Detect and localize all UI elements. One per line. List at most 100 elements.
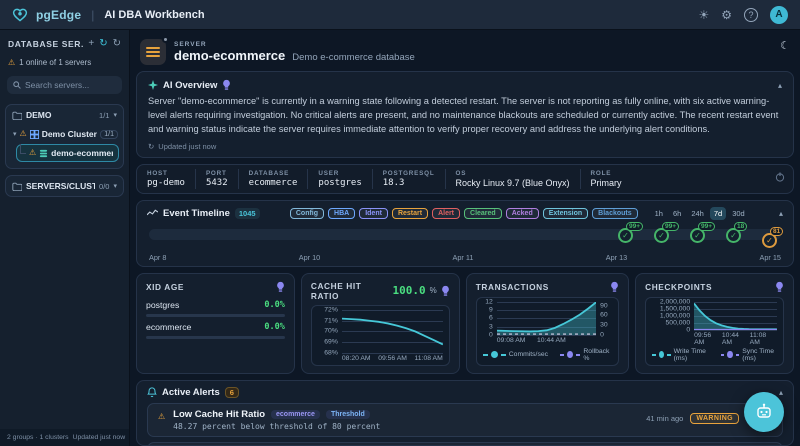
robot-icon (754, 403, 774, 421)
severity-badge: WARNING (690, 413, 739, 424)
xid-progress-bar (146, 314, 285, 317)
tag-restart[interactable]: Restart (392, 208, 428, 219)
cluster-label: Demo Cluster (42, 129, 98, 139)
cache-unit: % (430, 286, 437, 295)
tag-cleared[interactable]: Cleared (464, 208, 502, 219)
server-icon (140, 39, 166, 65)
lightbulb-icon[interactable] (775, 281, 784, 293)
event-cluster-badge[interactable]: ✓ 18 (726, 228, 741, 248)
search-input[interactable] (25, 80, 111, 90)
chevron-down-icon[interactable]: ▾ (113, 182, 117, 190)
tag-config[interactable]: Config (290, 208, 324, 219)
event-cluster-badge[interactable]: ✓ 81 (762, 233, 777, 248)
database-icon (39, 149, 48, 158)
group-demo-label: DEMO (26, 110, 95, 120)
alert-type-tag: Threshold (326, 410, 370, 419)
alert-time: 41 min ago (646, 414, 683, 423)
cluster-expand-icon[interactable]: ▾ (13, 130, 17, 138)
help-icon[interactable]: ? (744, 8, 758, 22)
refresh-icon[interactable]: ↻ (113, 39, 121, 49)
transactions-x-axis: 09:08 AM 10:44 AM (497, 337, 596, 346)
bell-icon (147, 387, 157, 398)
sync-icon[interactable]: ↻ (99, 39, 107, 49)
xid-age-card: XID AGE postgres 0.0% ecommerce 0.0% (136, 273, 295, 374)
alerts-title: Active Alerts (162, 387, 220, 398)
sparkle-icon (148, 80, 158, 90)
info-port: PORT 5432 (196, 169, 239, 189)
refresh-icon[interactable]: ↻ (148, 142, 154, 151)
server-search[interactable] (7, 76, 122, 94)
alert-row-low-cache-hit[interactable]: ⚠ Low Cache Hit Ratio ecommerce Threshol… (147, 403, 783, 437)
tag-acked[interactable]: Acked (506, 208, 539, 219)
cluster-icon (30, 130, 39, 139)
range-30d[interactable]: 30d (728, 207, 749, 220)
lightbulb-icon[interactable] (610, 281, 619, 293)
checkpoints-title: CHECKPOINTS (645, 282, 712, 292)
brand-name[interactable]: pgEdge (36, 8, 81, 22)
cache-hit-chart: 72% 71% 70% 69% 68% (342, 310, 443, 353)
dark-mode-moon-icon[interactable]: ☾ (780, 39, 790, 52)
server-item-warning-icon: ⚠ (29, 149, 36, 157)
checkpoints-chart: 2,000,000 1,500,000 1,000,000 500,000 0 (694, 302, 777, 330)
range-1h[interactable]: 1h (651, 207, 667, 220)
group-demo-header[interactable]: DEMO 1/1 ▾ (6, 105, 123, 125)
main-content: SERVER demo-ecommerceDemo e-commerce dat… (130, 30, 800, 446)
group-servers-header[interactable]: SERVERS/CLUSTE... 0/0 ▾ (6, 176, 123, 196)
add-server-icon[interactable]: + (88, 39, 94, 49)
cluster-item[interactable]: ▾ ⚠ Demo Cluster 1/1 (6, 125, 123, 143)
lightbulb-icon[interactable] (276, 281, 285, 293)
xid-age-title: XID AGE (146, 282, 184, 292)
group-servers-clusters: SERVERS/CLUSTE... 0/0 ▾ (5, 175, 124, 197)
range-6h[interactable]: 6h (669, 207, 685, 220)
transactions-card: TRANSACTIONS 12 9 6 3 0 90 60 (466, 273, 629, 374)
settings-gear-icon[interactable]: ⚙ (721, 9, 732, 21)
range-24h[interactable]: 24h (687, 207, 708, 220)
server-warning-icon: ⚠ (8, 59, 15, 67)
time-range-selector: 1h 6h 24h 7d 30d (651, 207, 749, 220)
page-title: demo-ecommerceDemo e-commerce database (174, 48, 415, 63)
tag-extension[interactable]: Extension (543, 208, 588, 219)
info-database: DATABASE ecommerce (239, 169, 309, 189)
topbar-divider: | (91, 8, 94, 22)
user-avatar[interactable]: A (770, 6, 788, 24)
transactions-title: TRANSACTIONS (476, 282, 549, 292)
search-icon (13, 81, 21, 89)
sidebar-item-demo-ecommerce[interactable]: ⚠ demo-ecommerce (16, 144, 119, 162)
alert-title: Low Cache Hit Ratio (173, 409, 265, 420)
sidebar-updated-text: Updated just now (73, 434, 126, 441)
collapse-chevron-icon[interactable]: ▴ (779, 388, 783, 397)
tag-ident[interactable]: Ident (359, 208, 388, 219)
alert-row-temp-files[interactable]: ⚠ Temporary Files Created ecommerce Thre… (147, 442, 783, 446)
lightbulb-icon[interactable] (441, 285, 450, 297)
chevron-down-icon[interactable]: ▾ (113, 111, 117, 119)
tag-hba[interactable]: HBA (328, 208, 355, 219)
tag-blackouts[interactable]: Blackouts (592, 208, 637, 219)
tag-alert[interactable]: Alert (432, 208, 460, 219)
server-subtitle: Demo e-commerce database (292, 52, 415, 63)
event-cluster-badge[interactable]: ✓ 99+ (654, 228, 669, 248)
group-servers-label: SERVERS/CLUSTE... (26, 181, 95, 191)
event-cluster-badge[interactable]: ✓ 99+ (618, 228, 633, 248)
server-header: SERVER demo-ecommerceDemo e-commerce dat… (136, 35, 794, 65)
sidebar-panel-title: DATABASE SER... (8, 39, 83, 49)
range-7d[interactable]: 7d (710, 207, 726, 220)
ai-overview-title: AI Overview (163, 80, 217, 91)
xid-row-ecommerce: ecommerce 0.0% (146, 322, 285, 332)
top-bar: pgEdge | AI DBA Workbench ☀ ⚙ ? A (0, 0, 800, 30)
app-title: AI DBA Workbench (104, 9, 204, 21)
tree-connector (20, 144, 26, 154)
lightbulb-icon[interactable] (222, 79, 231, 91)
timeline-track[interactable]: ✓ 99+ ✓ 99+ ✓ 99+ ✓ 18 (147, 227, 783, 251)
checkpoints-x-axis: 09:56 AM 10:44 AM 11:08 AM (694, 332, 777, 346)
collapse-chevron-icon[interactable]: ▴ (778, 81, 782, 90)
collapse-chevron-icon[interactable]: ▴ (779, 209, 783, 218)
server-status-dot (162, 36, 169, 43)
event-timeline-card: Event Timeline 1045 Config HBA Ident Res… (136, 200, 794, 267)
server-info-bar: HOST pg-demo PORT 5432 DATABASE ecommerc… (136, 164, 794, 194)
server-item-label: demo-ecommerce (51, 148, 113, 158)
pgedge-logo-icon (12, 7, 28, 23)
theme-sun-icon[interactable]: ☀ (698, 9, 709, 21)
ai-assistant-fab[interactable] (744, 392, 784, 432)
info-postgresql: POSTGRESQL 18.3 (373, 169, 446, 189)
event-cluster-badge[interactable]: ✓ 99+ (690, 228, 705, 248)
